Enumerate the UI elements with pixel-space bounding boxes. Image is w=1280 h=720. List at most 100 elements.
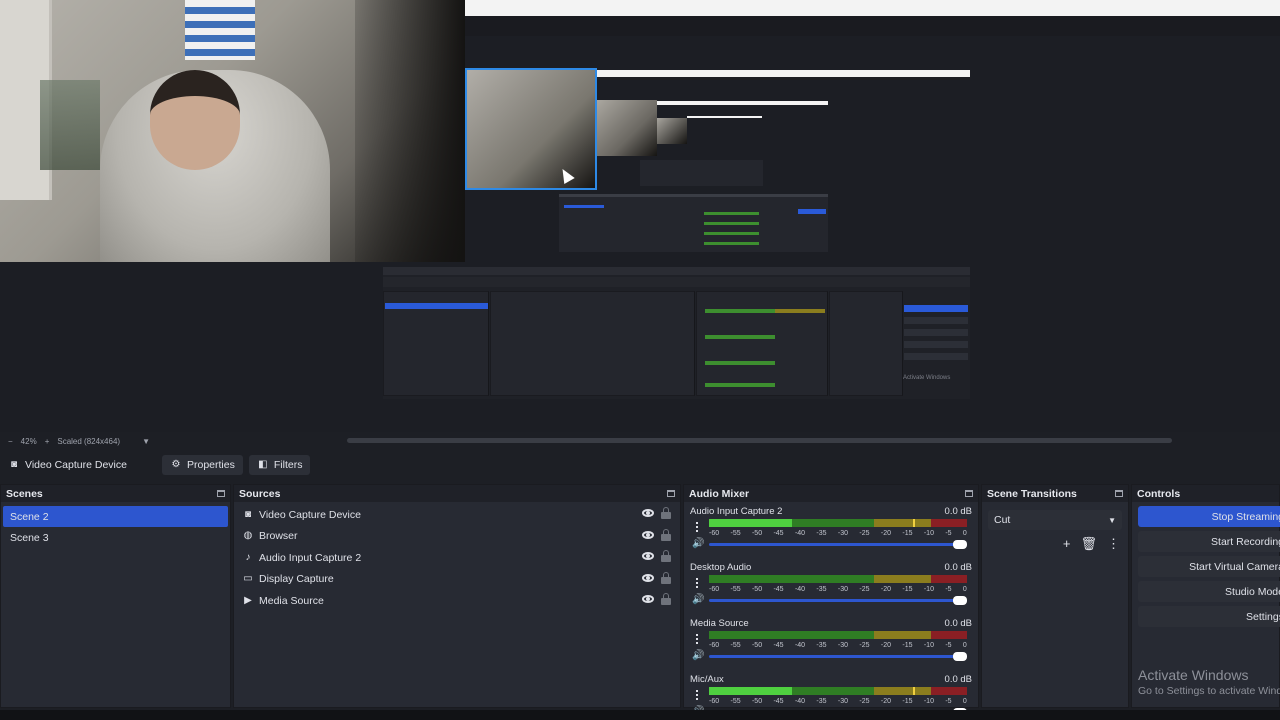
current-source: ◙ Video Capture Device (8, 459, 156, 471)
visibility-icon[interactable] (642, 552, 654, 560)
meter-tick: -60 (709, 642, 720, 649)
selected-source-box[interactable] (465, 68, 597, 190)
meter-red-zone (930, 631, 967, 639)
watermark-line2: Go to Settings to activate Windows. (1138, 685, 1280, 697)
meter-tick: -50 (751, 698, 763, 705)
undock-icon[interactable] (1115, 490, 1123, 497)
channel-header: Mic/Aux 0.0 dB (690, 674, 972, 685)
properties-button[interactable]: ⚙ Properties (162, 455, 243, 475)
zoom-out-icon[interactable]: − (8, 437, 13, 446)
settings-button[interactable]: Settings (1138, 606, 1280, 627)
undock-icon[interactable] (667, 490, 675, 497)
transition-select[interactable]: Cut ▼ (988, 510, 1122, 530)
meter-tick: -20 (880, 586, 891, 593)
nested-stop-button (904, 305, 968, 312)
undock-icon[interactable] (965, 490, 973, 497)
zoom-in-icon[interactable]: + (45, 437, 50, 446)
play-icon: ▶ (244, 594, 252, 606)
slider-knob[interactable] (953, 652, 967, 661)
visibility-icon[interactable] (642, 530, 654, 539)
meter-yellow-zone (874, 575, 931, 583)
meter-tick: -5 (945, 698, 952, 705)
meter-peak (912, 687, 915, 695)
source-item-audio-input[interactable]: ♪ Audio Input Capture 2 (234, 547, 680, 569)
channel-name: Mic/Aux (690, 674, 724, 685)
meter-tick: -20 (880, 530, 891, 537)
channel-menu-icon[interactable] (696, 634, 698, 644)
scale-label: Scaled (824x464) (57, 436, 121, 446)
channel-menu-icon[interactable] (696, 578, 698, 588)
more-icon[interactable]: ⋮ (1107, 536, 1120, 552)
lock-icon[interactable] (661, 507, 671, 519)
nested-transitions-dock (829, 291, 903, 396)
start-virtual-camera-button[interactable]: Start Virtual Camera (1138, 556, 1280, 577)
transition-tools: + 🗑 ⋮ (982, 536, 1120, 552)
meter-tick: -30 (837, 530, 849, 537)
nested-control-button (904, 353, 968, 360)
visibility-icon[interactable] (642, 573, 654, 582)
visibility-icon[interactable] (642, 595, 654, 603)
speaker-icon[interactable]: 🔊 (692, 594, 704, 605)
meter-yellow-zone (874, 519, 931, 527)
scenes-title: Scenes (6, 487, 43, 500)
scale-dropdown-icon[interactable]: ▼ (142, 437, 150, 446)
webcam-shadow (355, 0, 465, 262)
obs-window: Activate Windows − 42% + Scaled (824x464… (0, 0, 1280, 720)
start-recording-button[interactable]: Start Recording (1138, 531, 1280, 552)
preview-scrollbar[interactable] (347, 438, 1172, 443)
meter-tick: -10 (923, 586, 934, 593)
nested-meter (704, 232, 759, 235)
meter-tick: -50 (751, 586, 763, 593)
channel-menu-icon[interactable] (696, 522, 698, 532)
preview-canvas[interactable]: Activate Windows (0, 0, 1280, 432)
lock-icon[interactable] (661, 528, 671, 541)
nested-titlebar (383, 267, 970, 275)
lock-icon[interactable] (661, 550, 671, 562)
channel-menu-icon[interactable] (696, 690, 698, 700)
filters-button[interactable]: ◧ Filters (248, 455, 311, 475)
add-icon[interactable]: + (1063, 536, 1071, 552)
volume-meter (709, 687, 967, 695)
nested-button (798, 209, 826, 214)
source-item-media-source[interactable]: ▶ Media Source (234, 590, 680, 612)
volume-slider[interactable] (709, 596, 967, 605)
studio-mode-button[interactable]: Studio Mode (1138, 581, 1280, 602)
source-item-display-capture[interactable]: ▭ Display Capture (234, 569, 680, 591)
nested-selection (564, 205, 604, 208)
source-item-browser[interactable]: ◍ Browser (234, 526, 680, 548)
source-label: Video Capture Device (259, 508, 361, 521)
globe-icon: ◍ (243, 530, 253, 542)
trash-icon[interactable]: 🗑 (1080, 536, 1097, 552)
speaker-icon[interactable]: 🔊 (692, 538, 704, 549)
source-label: Media Source (259, 594, 324, 607)
channel-header: Desktop Audio 0.0 dB (690, 562, 972, 573)
lock-icon[interactable] (661, 571, 671, 584)
source-item-video-capture[interactable]: ◙ Video Capture Device (234, 504, 680, 526)
audio-mixer-dock: Audio Mixer Audio Input Capture 2 0.0 dB… (683, 484, 979, 717)
camera-icon: ◙ (10, 459, 18, 470)
slider-knob[interactable] (953, 596, 967, 605)
slider-knob[interactable] (953, 540, 967, 549)
meter-tick: -10 (923, 698, 934, 705)
undock-icon[interactable] (217, 490, 225, 497)
meter-ticks: -60 -55 -50 -45 -40 -35 -30 -25 -20 -15 -10 -5 0 (709, 698, 967, 705)
meter-tick: 0 (962, 642, 967, 649)
volume-slider[interactable] (709, 652, 967, 661)
stop-streaming-button[interactable]: Stop Streaming (1138, 506, 1280, 527)
meter-tick: -35 (816, 698, 827, 705)
scene-item-2[interactable]: Scene 2 (3, 506, 228, 527)
volume-slider[interactable] (709, 540, 967, 549)
channel-db: 0.0 dB (944, 674, 972, 685)
meter-tick: -55 (730, 586, 741, 593)
visibility-icon[interactable] (642, 509, 654, 517)
transitions-title: Scene Transitions (987, 487, 1077, 500)
mixer-header: Audio Mixer (684, 485, 978, 502)
nested-toolbar (383, 277, 970, 287)
speaker-icon[interactable]: 🔊 (692, 650, 704, 661)
transition-value: Cut (994, 514, 1011, 526)
chevron-down-icon: ▼ (1108, 515, 1116, 525)
nested-meter (704, 222, 759, 225)
meter-yellow-zone (874, 631, 931, 639)
lock-icon[interactable] (661, 593, 671, 605)
scene-item-3[interactable]: Scene 3 (3, 527, 228, 548)
